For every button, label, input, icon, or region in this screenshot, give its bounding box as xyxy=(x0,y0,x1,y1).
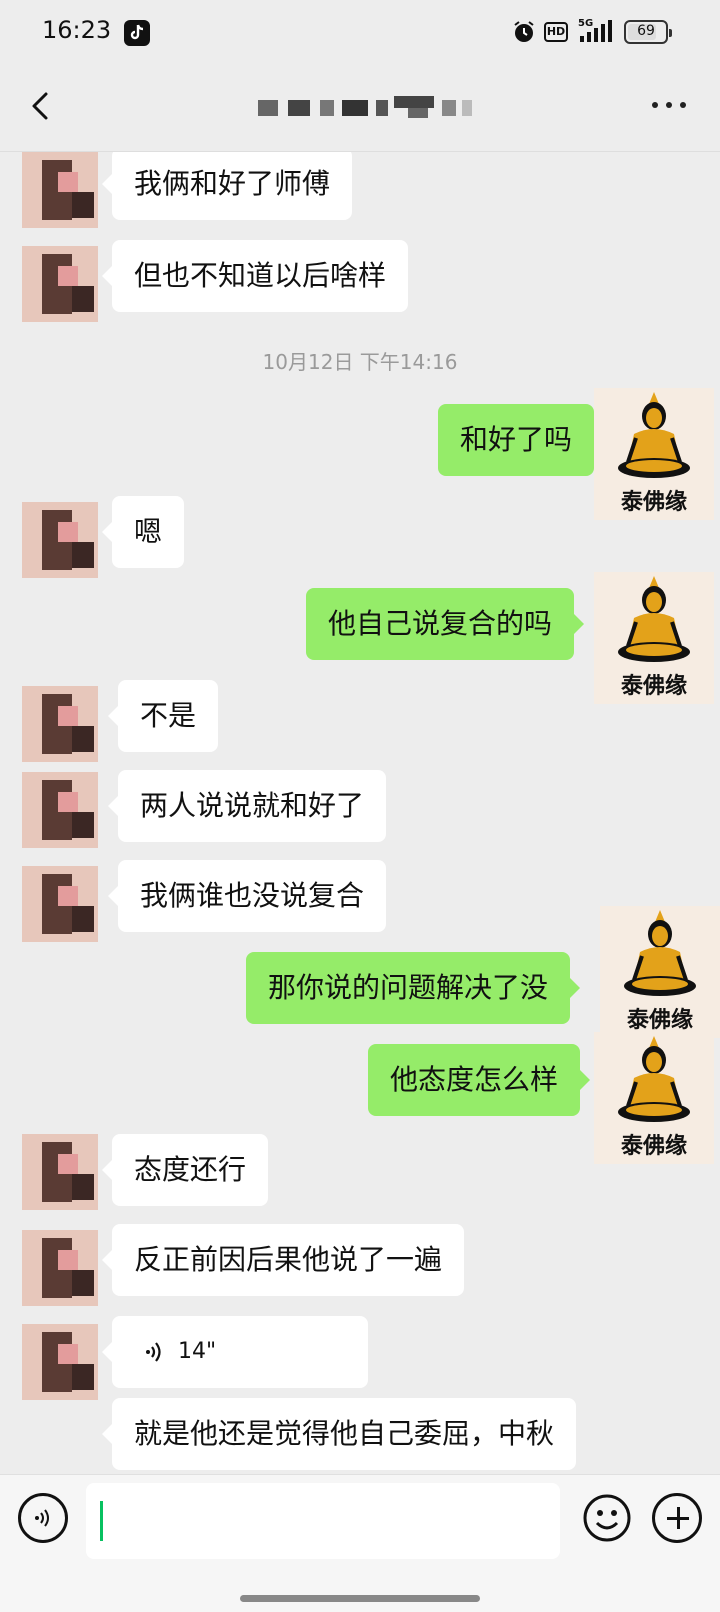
my-avatar-label: 泰佛缘 xyxy=(626,1008,693,1033)
my-avatar-label: 泰佛缘 xyxy=(620,490,687,515)
voice-wave-icon xyxy=(146,1342,161,1362)
message-bubble-incoming[interactable]: 不是 xyxy=(107,680,219,752)
message-bubble-incoming[interactable]: 嗯 xyxy=(101,496,185,568)
my-avatar[interactable]: 泰佛缘 xyxy=(600,906,720,1038)
voice-duration: 14" xyxy=(178,1339,217,1364)
my-avatar[interactable]: 泰佛缘 xyxy=(594,572,714,704)
my-avatar-label: 泰佛缘 xyxy=(620,674,687,699)
signal-5g-icon: 5G xyxy=(578,18,612,42)
voice-message-bubble[interactable]: 14" xyxy=(102,1316,368,1388)
buddha-icon xyxy=(618,1036,690,1122)
message-bubble-incoming[interactable]: 我俩谁也没说复合 xyxy=(107,860,387,932)
back-icon[interactable] xyxy=(22,86,62,126)
contact-avatar[interactable] xyxy=(22,246,98,322)
message-bubble-incoming[interactable]: 但也不知道以后啥样 xyxy=(101,240,409,312)
contact-avatar[interactable] xyxy=(22,686,98,762)
message-bubble-incoming[interactable]: 我俩和好了师傅 xyxy=(101,152,353,220)
battery-percent: 69 xyxy=(637,23,655,39)
input-bar xyxy=(0,1474,720,1612)
more-icon[interactable] xyxy=(652,98,688,112)
alarm-icon xyxy=(514,21,534,42)
my-avatar-label: 泰佛缘 xyxy=(620,1134,687,1159)
my-avatar[interactable]: 泰佛缘 xyxy=(594,388,714,520)
tiktok-icon xyxy=(124,20,150,46)
home-indicator[interactable] xyxy=(240,1595,480,1602)
message-list[interactable]: 我俩和好了师傅 但也不知道以后啥样 10月12日 下午14:16 和好了吗 泰佛… xyxy=(0,152,720,1474)
network-label: 5G xyxy=(578,18,593,29)
chat-title-pixelated xyxy=(258,94,484,122)
message-bubble-outgoing[interactable]: 他态度怎么样 xyxy=(368,1044,591,1116)
contact-avatar[interactable] xyxy=(22,152,98,228)
status-time: 16:23 xyxy=(42,16,112,44)
message-bubble-outgoing[interactable]: 和好了吗 xyxy=(438,404,605,476)
buddha-icon xyxy=(618,392,690,478)
chat-screen: 16:23 HD 5G 69 我俩和好了师傅 但也不知道以后啥样 10月12日 … xyxy=(0,0,720,1612)
plus-icon[interactable] xyxy=(652,1493,702,1543)
message-bubble-incoming[interactable]: 两人说说就和好了 xyxy=(107,770,387,842)
contact-avatar[interactable] xyxy=(22,502,98,578)
text-caret xyxy=(100,1501,103,1541)
contact-avatar[interactable] xyxy=(22,1134,98,1210)
buddha-icon xyxy=(624,910,696,996)
hd-icon: HD xyxy=(544,22,568,42)
contact-avatar[interactable] xyxy=(22,1230,98,1306)
emoji-icon[interactable] xyxy=(582,1493,632,1543)
message-bubble-incoming[interactable]: 就是他还是觉得他自己委屈，中秋 xyxy=(101,1398,577,1470)
chat-header xyxy=(0,64,720,152)
contact-avatar[interactable] xyxy=(22,866,98,942)
buddha-icon xyxy=(618,576,690,662)
voice-input-icon[interactable] xyxy=(18,1493,68,1543)
message-bubble-incoming[interactable]: 反正前因后果他说了一遍 xyxy=(101,1224,465,1296)
message-bubble-incoming[interactable]: 态度还行 xyxy=(101,1134,269,1206)
status-bar: 16:23 HD 5G 69 xyxy=(0,0,720,64)
message-input[interactable] xyxy=(86,1483,560,1559)
contact-avatar[interactable] xyxy=(22,772,98,848)
message-bubble-outgoing[interactable]: 那你说的问题解决了没 xyxy=(246,952,581,1024)
contact-avatar[interactable] xyxy=(22,1324,98,1400)
message-bubble-outgoing[interactable]: 他自己说复合的吗 xyxy=(306,588,585,660)
message-timestamp: 10月12日 下午14:16 xyxy=(262,350,458,374)
my-avatar[interactable]: 泰佛缘 xyxy=(594,1032,714,1164)
battery-icon: 69 xyxy=(624,20,672,44)
